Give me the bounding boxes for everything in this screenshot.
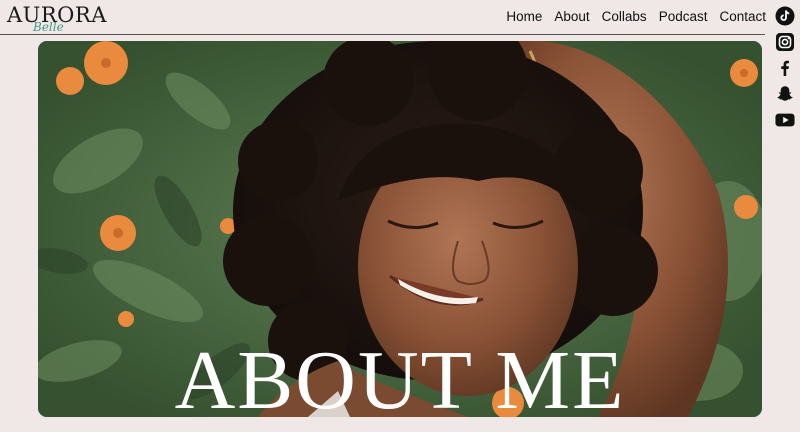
facebook-icon[interactable] xyxy=(775,58,795,78)
brand-logo[interactable]: AURORA Belle xyxy=(7,2,107,36)
nav-podcast[interactable]: Podcast xyxy=(659,8,708,26)
page-title: ABOUT ME xyxy=(174,334,626,417)
tiktok-icon[interactable] xyxy=(775,6,795,26)
brand-script: Belle xyxy=(33,20,64,34)
hero-banner: ABOUT ME xyxy=(38,41,762,417)
instagram-icon[interactable] xyxy=(775,32,795,52)
nav-collabs[interactable]: Collabs xyxy=(602,8,647,26)
snapchat-icon[interactable] xyxy=(775,84,795,104)
main-nav: Home About Collabs Podcast Contact xyxy=(494,8,766,26)
youtube-icon[interactable] xyxy=(775,110,795,130)
social-bar xyxy=(774,6,796,130)
nav-contact[interactable]: Contact xyxy=(719,8,766,26)
nav-about[interactable]: About xyxy=(554,8,589,26)
header-divider xyxy=(0,34,765,35)
nav-home[interactable]: Home xyxy=(506,8,542,26)
